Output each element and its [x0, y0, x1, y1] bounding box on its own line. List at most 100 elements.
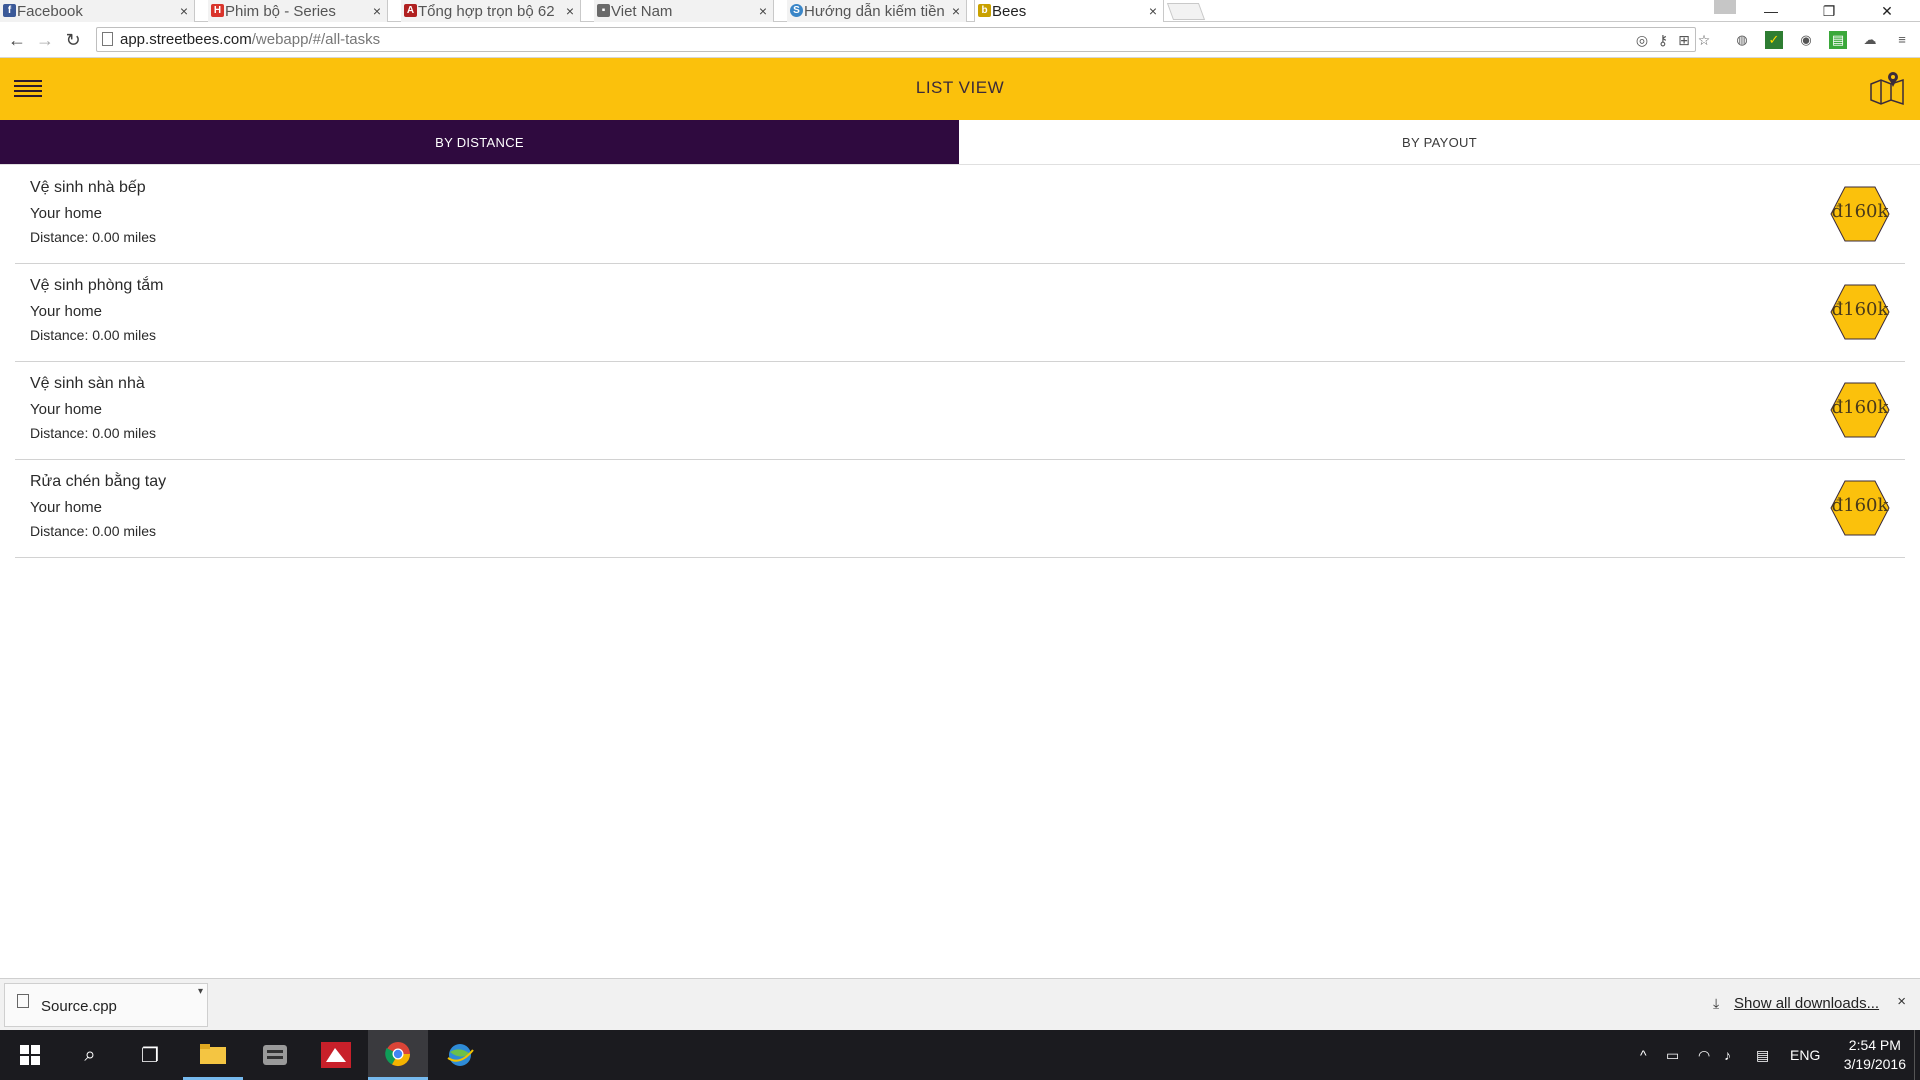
browser-tab-bees[interactable]: b Bees × [974, 0, 1164, 22]
chrome-menu-icon[interactable]: ≡ [1893, 31, 1911, 49]
cloud-icon[interactable]: ☁ [1861, 31, 1879, 49]
minimize-button[interactable]: — [1742, 0, 1800, 22]
sort-tabs: BY DISTANCE BY PAYOUT [0, 120, 1920, 165]
tab-close-icon[interactable]: × [373, 3, 381, 19]
task-title: Rửa chén bằng tay [30, 473, 167, 490]
url-text[interactable]: app.streetbees.com/webapp/#/all-tasks [120, 31, 380, 48]
browser-toolbar: ← → ↻ app.streetbees.com/webapp/#/all-ta… [0, 22, 1920, 58]
action-center-icon[interactable]: ▤ [1756, 1030, 1769, 1080]
page-title: LIST VIEW [915, 78, 1005, 97]
extension-green-icon[interactable]: ▤ [1829, 31, 1847, 49]
extension-shield-icon[interactable]: ◉ [1797, 31, 1815, 49]
task-distance: Distance: 0.00 miles [30, 523, 157, 539]
tab-by-distance[interactable]: BY DISTANCE [0, 120, 959, 164]
tab-label: Hướng dẫn kiếm tiền [804, 2, 945, 20]
task-location: Your home [30, 499, 102, 516]
search-icon[interactable]: ⌕ [60, 1030, 120, 1080]
system-clock[interactable]: 2:54 PM 3/19/2016 [1844, 1036, 1906, 1074]
map-page-icon: ▪ [597, 4, 610, 17]
task-item[interactable]: Vệ sinh nhà bếp Your home Distance: 0.00… [15, 166, 1905, 264]
translate-icon[interactable]: ⊞ [1675, 31, 1693, 49]
browser-tab-facebook[interactable]: f Facebook × [0, 0, 195, 22]
tab-by-payout[interactable]: BY PAYOUT [959, 120, 1920, 164]
battery-icon[interactable]: ▭ [1666, 1030, 1679, 1080]
page-icon [102, 32, 113, 46]
bookmark-star-icon[interactable]: ☆ [1695, 31, 1713, 49]
task-view-icon[interactable]: ❐ [120, 1030, 180, 1080]
task-distance: Distance: 0.00 miles [30, 229, 157, 245]
file-icon [17, 994, 29, 1008]
tab-label: Facebook [17, 2, 83, 20]
task-title: Vệ sinh nhà bếp [30, 179, 146, 196]
close-window-button[interactable]: ✕ [1858, 0, 1916, 22]
task-item[interactable]: Rửa chén bằng tay Your home Distance: 0.… [15, 460, 1905, 558]
task-item[interactable]: Vệ sinh phòng tắm Your home Distance: 0.… [15, 264, 1905, 362]
phim-icon: H [211, 4, 224, 17]
download-file-name: Source.cpp [41, 998, 117, 1015]
tab-label: Bees [992, 2, 1027, 20]
task-title: Vệ sinh sàn nhà [30, 375, 145, 392]
wifi-icon[interactable]: ◠ [1698, 1030, 1710, 1080]
app-header: LIST VIEW [0, 58, 1920, 120]
show-hidden-icons[interactable]: ^ [1640, 1030, 1647, 1080]
show-all-downloads-link[interactable]: Show all downloads... [1734, 995, 1879, 1012]
payout-badge: đ160k [1830, 480, 1890, 536]
task-location: Your home [30, 205, 102, 222]
task-item[interactable]: Vệ sinh sàn nhà Your home Distance: 0.00… [15, 362, 1905, 460]
windows-start-icon[interactable] [0, 1030, 60, 1080]
address-bar[interactable]: app.streetbees.com/webapp/#/all-tasks ◎ … [96, 27, 1710, 52]
app-globe-icon[interactable] [430, 1030, 490, 1080]
s-circle-icon: S [790, 4, 803, 17]
browser-tab-huong-dan[interactable]: S Hướng dẫn kiếm tiền × [787, 0, 967, 22]
show-desktop-button[interactable] [1914, 1030, 1920, 1080]
tab-close-icon[interactable]: × [566, 3, 574, 19]
clock-date: 3/19/2016 [1843, 1056, 1906, 1072]
task-distance: Distance: 0.00 miles [30, 327, 157, 343]
forward-arrow-icon[interactable]: → [34, 29, 56, 51]
back-arrow-icon[interactable]: ← [6, 29, 28, 51]
tab-label: Viet Nam [611, 2, 673, 20]
tab-close-icon[interactable]: × [180, 3, 188, 19]
download-arrow-icon: ⤓ [1713, 995, 1720, 1011]
tab-close-icon[interactable]: × [952, 3, 960, 19]
task-location: Your home [30, 401, 102, 418]
new-tab-button[interactable] [1166, 3, 1206, 20]
close-download-bar-icon[interactable]: × [1897, 993, 1906, 1010]
extension-check-icon[interactable]: ✓ [1765, 31, 1783, 49]
windows-taskbar: ⌕ ❐ ^ ▭ ◠ ♪ ▤ ENG 2:54 PM 3/19/2016 [0, 1030, 1920, 1080]
app-red-icon[interactable] [306, 1030, 366, 1080]
payout-amount: đ160k [1831, 495, 1889, 516]
red-a-icon: A [404, 4, 417, 17]
key-icon[interactable]: ⚷ [1654, 31, 1672, 49]
restore-button[interactable]: ❐ [1800, 0, 1858, 22]
task-list: Vệ sinh nhà bếp Your home Distance: 0.00… [15, 166, 1905, 558]
chevron-down-icon[interactable]: ▾ [198, 986, 203, 997]
payout-badge: đ160k [1830, 284, 1890, 340]
download-bar: Source.cpp ▾ ⤓ Show all downloads... × [0, 978, 1920, 1030]
chrome-icon[interactable] [368, 1030, 428, 1080]
task-distance: Distance: 0.00 miles [30, 425, 157, 441]
download-item[interactable]: Source.cpp ▾ [4, 983, 208, 1027]
tab-close-icon[interactable]: × [1149, 3, 1157, 19]
reload-icon[interactable]: ↻ [62, 29, 84, 51]
browser-tab-strip: f Facebook × H Phim bộ - Series × A Tổng… [0, 0, 1920, 22]
extension-globe-icon[interactable]: ◍ [1733, 31, 1751, 49]
tab-close-icon[interactable]: × [759, 3, 767, 19]
input-language[interactable]: ENG [1790, 1030, 1820, 1080]
payout-badge: đ160k [1830, 186, 1890, 242]
volume-icon[interactable]: ♪ [1724, 1030, 1731, 1080]
browser-tab-phim[interactable]: H Phim bộ - Series × [208, 0, 388, 22]
location-target-icon[interactable]: ◎ [1633, 31, 1651, 49]
bee-icon: b [978, 4, 991, 17]
facebook-icon: f [3, 4, 16, 17]
task-location: Your home [30, 303, 102, 320]
file-explorer-icon[interactable] [183, 1030, 243, 1080]
browser-tab-viet-nam[interactable]: ▪ Viet Nam × [594, 0, 774, 22]
browser-tab-tong-hop[interactable]: A Tổng hợp trọn bộ 62 × [401, 0, 581, 22]
tab-label: Tổng hợp trọn bộ 62 [418, 2, 555, 20]
payout-amount: đ160k [1831, 201, 1889, 222]
map-view-icon[interactable] [1868, 70, 1906, 108]
app-gray-icon[interactable] [245, 1030, 305, 1080]
profile-icon[interactable] [1714, 0, 1736, 14]
payout-amount: đ160k [1831, 299, 1889, 320]
